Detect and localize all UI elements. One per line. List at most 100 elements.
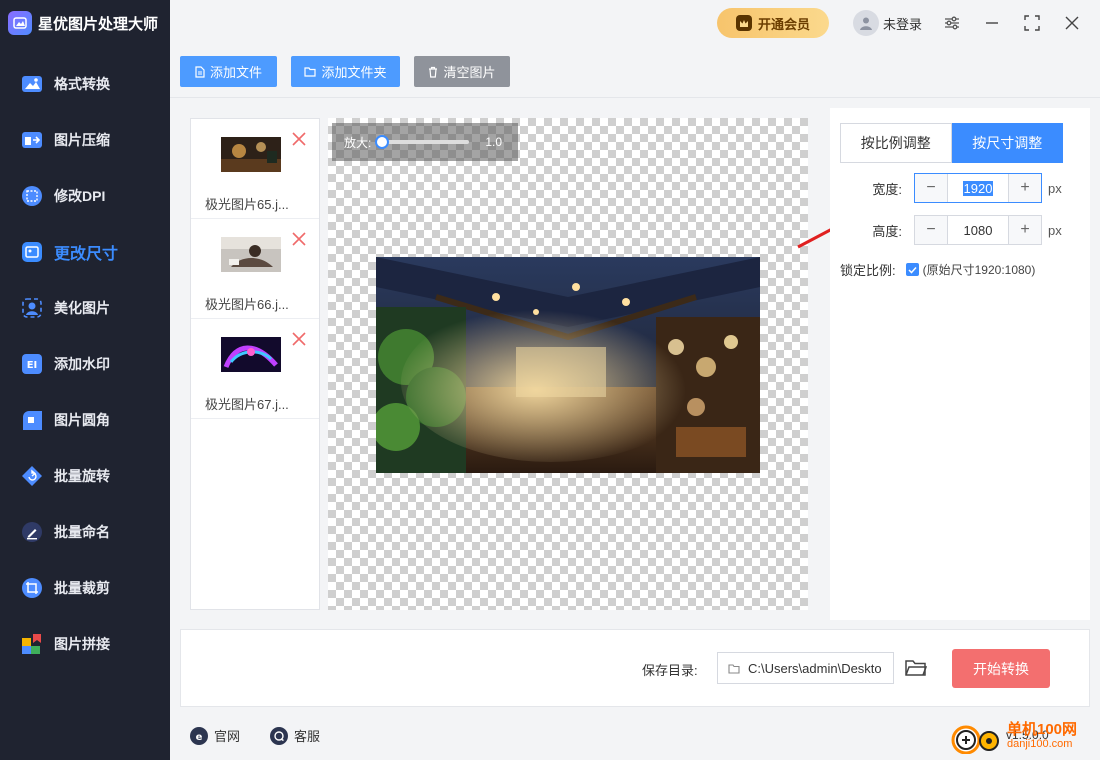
image-convert-icon bbox=[20, 72, 44, 96]
list-item[interactable]: 极光图片66.j... bbox=[191, 219, 319, 319]
sidebar-item-resize[interactable]: 更改尺寸 bbox=[0, 224, 170, 280]
preview-image bbox=[376, 257, 760, 473]
settings-panel: 按比例调整 按尺寸调整 宽度: − 1920 + px 高度: − 1080 +… bbox=[830, 108, 1090, 620]
height-unit: px bbox=[1048, 222, 1062, 238]
save-dir-field[interactable]: C:\Users\admin\Deskto bbox=[717, 652, 894, 684]
folder-icon bbox=[728, 663, 740, 674]
crop-icon bbox=[20, 576, 44, 600]
round-corner-icon bbox=[20, 408, 44, 432]
zoom-label: 放大: bbox=[344, 135, 372, 150]
list-item[interactable]: 极光图片65.j... bbox=[191, 119, 319, 219]
crown-icon bbox=[735, 15, 752, 31]
sidebar-nav: 格式转换 图片压缩 修改DPI 更改尺寸 美化图片 EI 添加水印 图片圆角 批 bbox=[0, 56, 170, 672]
height-input[interactable]: 1080 bbox=[947, 216, 1009, 244]
thumbnail-image bbox=[221, 137, 281, 172]
width-increment-button[interactable]: + bbox=[1009, 174, 1041, 202]
sidebar-item-watermark[interactable]: EI 添加水印 bbox=[0, 336, 170, 392]
svg-text:e: e bbox=[196, 732, 203, 742]
sidebar-item-compress[interactable]: 图片压缩 bbox=[0, 112, 170, 168]
chat-icon bbox=[270, 726, 288, 745]
trash-icon bbox=[428, 66, 438, 78]
sidebar-item-label: 批量命名 bbox=[54, 524, 110, 540]
app-logo-icon bbox=[8, 11, 32, 35]
maximize-icon[interactable] bbox=[1022, 13, 1042, 33]
file-list: 极光图片65.j... 极光图片66.j... 极光图片67.j... bbox=[190, 118, 320, 610]
width-row: 宽度: − 1920 + px bbox=[830, 173, 1062, 203]
sidebar-item-batch-rename[interactable]: 批量命名 bbox=[0, 504, 170, 560]
remove-file-icon[interactable] bbox=[291, 131, 307, 147]
footer: e 官网 客服 v1.5.0.0 单机100网 danji100.com bbox=[170, 712, 1100, 760]
height-decrement-button[interactable]: − bbox=[915, 216, 947, 244]
user-login[interactable]: 未登录 bbox=[853, 10, 922, 36]
zoom-slider-handle[interactable] bbox=[375, 135, 390, 149]
height-row: 高度: − 1080 + px bbox=[830, 215, 1062, 245]
save-dir-value: C:\Users\admin\Deskto bbox=[748, 660, 882, 676]
file-name: 极光图片66.j... bbox=[205, 297, 289, 312]
settings-icon[interactable] bbox=[942, 13, 962, 33]
sidebar-item-stitch[interactable]: 图片拼接 bbox=[0, 616, 170, 672]
height-increment-button[interactable]: + bbox=[1009, 216, 1041, 244]
user-label: 未登录 bbox=[883, 16, 923, 32]
add-folder-label: 添加文件夹 bbox=[321, 65, 387, 80]
width-stepper[interactable]: − 1920 + bbox=[914, 173, 1042, 203]
sidebar-item-label: 修改DPI bbox=[54, 188, 106, 204]
clear-images-button[interactable]: 清空图片 bbox=[414, 56, 510, 87]
height-label: 高度: bbox=[872, 223, 902, 239]
rename-icon bbox=[20, 520, 44, 544]
sidebar-item-label: 添加水印 bbox=[54, 356, 110, 372]
watermark-text: 单机100网 danji100.com bbox=[1007, 722, 1077, 751]
tab-by-size[interactable]: 按尺寸调整 bbox=[951, 123, 1063, 163]
save-panel: 保存目录: C:\Users\admin\Deskto 开始转换 bbox=[180, 629, 1090, 707]
support-label: 客服 bbox=[294, 729, 321, 744]
website-link[interactable]: e 官网 bbox=[190, 726, 240, 745]
watermark-icon bbox=[951, 725, 999, 754]
width-label: 宽度: bbox=[872, 181, 902, 197]
thumbnail-image bbox=[221, 237, 281, 272]
height-value: 1080 bbox=[963, 222, 993, 238]
list-item[interactable]: 极光图片67.j... bbox=[191, 319, 319, 419]
width-decrement-button[interactable]: − bbox=[915, 174, 947, 202]
sidebar-item-batch-crop[interactable]: 批量裁剪 bbox=[0, 560, 170, 616]
add-file-label: 添加文件 bbox=[209, 65, 262, 80]
brand: 星优图片处理大师 bbox=[0, 0, 170, 46]
sidebar-item-dpi[interactable]: 修改DPI bbox=[0, 168, 170, 224]
sidebar-item-label: 批量裁剪 bbox=[54, 580, 110, 596]
start-convert-button[interactable]: 开始转换 bbox=[952, 649, 1050, 688]
watermark-icon: EI bbox=[20, 352, 44, 376]
width-input[interactable]: 1920 bbox=[947, 174, 1009, 202]
close-icon[interactable] bbox=[1062, 13, 1082, 33]
sidebar: 星优图片处理大师 格式转换 图片压缩 修改DPI 更改尺寸 美化图片 EI 添加… bbox=[0, 0, 170, 760]
browse-folder-icon[interactable] bbox=[905, 658, 928, 678]
compress-icon bbox=[20, 128, 44, 152]
zoom-value: 1.0 bbox=[485, 135, 503, 149]
height-stepper[interactable]: − 1080 + bbox=[914, 215, 1042, 245]
svg-text:EI: EI bbox=[27, 360, 38, 371]
file-name: 极光图片67.j... bbox=[205, 397, 289, 412]
save-dir-label: 保存目录: bbox=[642, 663, 698, 678]
width-value: 1920 bbox=[962, 180, 994, 196]
sidebar-item-beautify[interactable]: 美化图片 bbox=[0, 280, 170, 336]
vip-button[interactable]: 开通会员 bbox=[717, 8, 829, 38]
tab-by-ratio[interactable]: 按比例调整 bbox=[840, 123, 952, 163]
browser-icon: e bbox=[190, 726, 208, 745]
remove-file-icon[interactable] bbox=[291, 231, 307, 247]
resize-mode-tabs: 按比例调整 按尺寸调整 bbox=[840, 123, 1063, 163]
sidebar-item-format-convert[interactable]: 格式转换 bbox=[0, 56, 170, 112]
resize-icon bbox=[20, 240, 44, 264]
zoom-slider[interactable] bbox=[375, 135, 470, 149]
zoom-control: 放大: 1.0 bbox=[332, 123, 518, 161]
sidebar-item-round-corner[interactable]: 图片圆角 bbox=[0, 392, 170, 448]
sidebar-item-label: 美化图片 bbox=[54, 300, 110, 316]
sidebar-item-label: 图片拼接 bbox=[54, 636, 110, 652]
rotate-icon bbox=[20, 464, 44, 488]
minimize-icon[interactable] bbox=[982, 13, 1002, 33]
support-link[interactable]: 客服 bbox=[270, 726, 320, 745]
remove-file-icon[interactable] bbox=[291, 331, 307, 347]
beautify-icon bbox=[20, 296, 44, 320]
lock-ratio-checkbox[interactable] bbox=[905, 263, 919, 276]
sidebar-item-batch-rotate[interactable]: 批量旋转 bbox=[0, 448, 170, 504]
file-name: 极光图片65.j... bbox=[205, 197, 289, 212]
sidebar-item-label: 更改尺寸 bbox=[54, 246, 119, 263]
add-folder-button[interactable]: 添加文件夹 bbox=[291, 56, 400, 87]
add-file-button[interactable]: 添加文件 bbox=[180, 56, 277, 87]
